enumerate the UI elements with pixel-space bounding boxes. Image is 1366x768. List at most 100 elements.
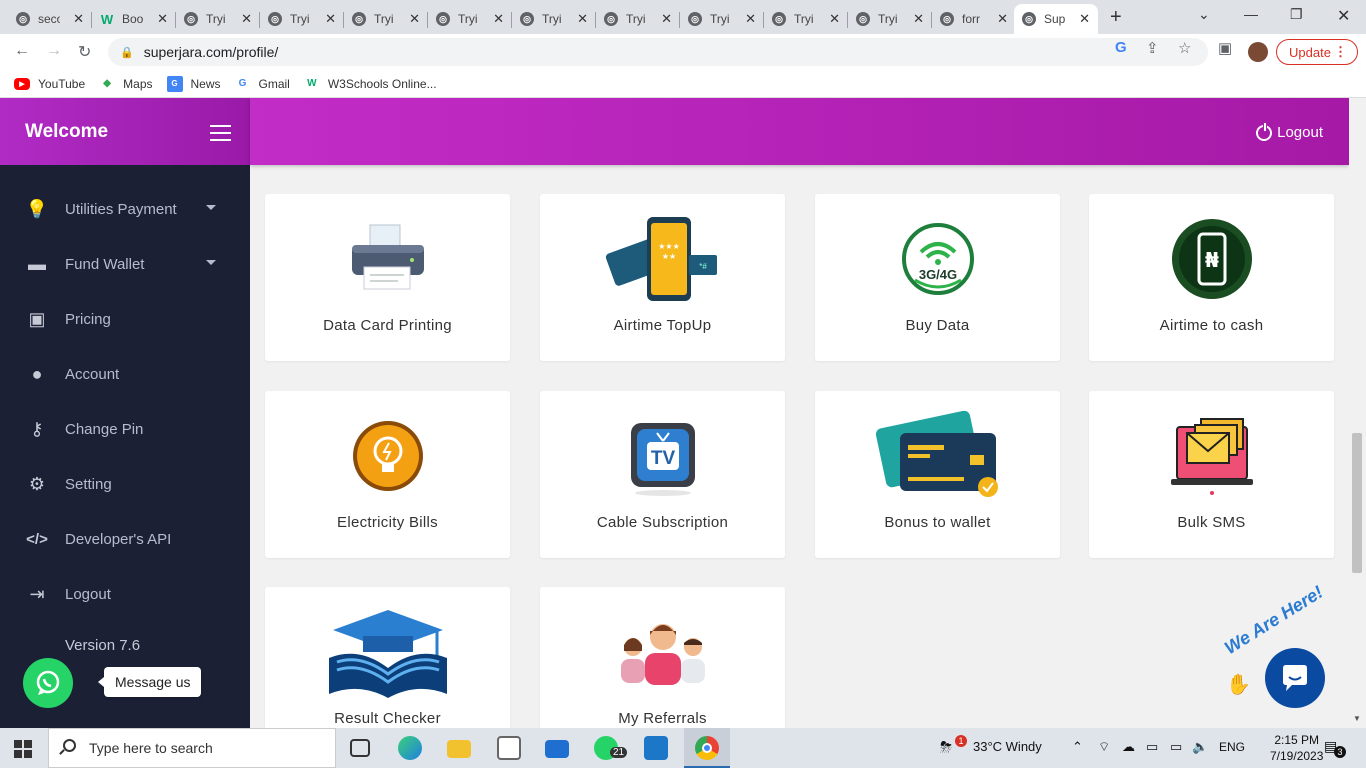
close-icon[interactable]: ✕ bbox=[661, 11, 672, 27]
browser-tab[interactable]: ◎ Tryi ✕ bbox=[344, 4, 428, 34]
windows-start-icon[interactable] bbox=[14, 740, 32, 758]
file-explorer-icon[interactable] bbox=[447, 740, 471, 758]
browser-tab[interactable]: ◎ Tryi ✕ bbox=[512, 4, 596, 34]
onedrive-icon[interactable]: ☁ bbox=[1122, 739, 1135, 755]
browser-tab-active[interactable]: ◎ Sup ✕ bbox=[1014, 4, 1098, 34]
printer-icon bbox=[265, 214, 510, 304]
restore-icon[interactable]: ❐ bbox=[1290, 6, 1303, 23]
browser-tab[interactable]: ◎ Tryi ✕ bbox=[428, 4, 512, 34]
close-icon[interactable]: ✕ bbox=[73, 11, 84, 27]
close-icon[interactable]: ✕ bbox=[241, 11, 252, 27]
globe-icon: ◎ bbox=[184, 12, 198, 26]
close-icon[interactable]: ✕ bbox=[493, 11, 504, 27]
sidebar-item-setting[interactable]: ⚙ Setting bbox=[0, 464, 250, 504]
bookmark-news[interactable]: G News bbox=[166, 75, 221, 92]
browser-tab[interactable]: ◎ Tryi ✕ bbox=[764, 4, 848, 34]
close-icon[interactable]: ✕ bbox=[325, 11, 336, 27]
chevron-up-icon[interactable]: ⌃ bbox=[1072, 739, 1083, 755]
window-close-icon[interactable]: ✕ bbox=[1337, 6, 1350, 26]
service-card-electricity-bills[interactable]: Electricity Bills bbox=[265, 391, 510, 558]
service-card-bonus-to-wallet[interactable]: Bonus to wallet bbox=[815, 391, 1060, 558]
close-icon[interactable]: ✕ bbox=[577, 11, 588, 27]
sidebar-item-pricing[interactable]: ▣ Pricing bbox=[0, 299, 250, 339]
taskbar-search-input[interactable]: Type here to search bbox=[48, 728, 336, 768]
globe-icon: ◎ bbox=[436, 12, 450, 26]
service-label: Airtime TopUp bbox=[613, 317, 712, 334]
close-icon[interactable]: ✕ bbox=[913, 11, 924, 27]
minimize-icon[interactable]: — bbox=[1244, 6, 1258, 22]
url-input[interactable]: 🔒 superjara.com/profile/ bbox=[108, 38, 1208, 66]
bookmark-youtube[interactable]: ▶ YouTube bbox=[14, 77, 85, 91]
service-card-cable-subscription[interactable]: TV Cable Subscription bbox=[540, 391, 785, 558]
svg-text:★★★: ★★★ bbox=[658, 242, 680, 251]
reload-icon[interactable]: ↻ bbox=[78, 42, 91, 62]
service-card-airtime-topup[interactable]: ★★★ ★★ *# Airtime TopUp bbox=[540, 194, 785, 361]
forward-icon[interactable]: → bbox=[46, 42, 62, 60]
service-card-bulk-sms[interactable]: Bulk SMS bbox=[1089, 391, 1334, 558]
task-view-icon[interactable] bbox=[350, 739, 370, 757]
browser-tab-strip: ◎ seco ✕ W Boo ✕ ◎ Tryi ✕ ◎ Tryi ✕ ◎ Tryi ✕ ◎ Tryi ✕… bbox=[0, 0, 1366, 34]
close-icon[interactable]: ✕ bbox=[745, 11, 756, 27]
bookmark-maps[interactable]: ◆ Maps bbox=[99, 76, 152, 92]
bookmark-w3schools[interactable]: W W3Schools Online... bbox=[304, 76, 436, 92]
service-card-data-card-printing[interactable]: Data Card Printing bbox=[265, 194, 510, 361]
browser-tab[interactable]: ◎ forr ✕ bbox=[932, 4, 1016, 34]
sidebar-item-account[interactable]: ● Account bbox=[0, 354, 250, 394]
browser-tab[interactable]: ◎ Tryi ✕ bbox=[176, 4, 260, 34]
page-scrollbar[interactable]: ▼ bbox=[1349, 98, 1366, 728]
browser-tab[interactable]: W Boo ✕ bbox=[92, 4, 176, 34]
hamburger-menu-icon[interactable] bbox=[210, 125, 232, 141]
clock[interactable]: 2:15 PM 7/19/2023 bbox=[1270, 732, 1323, 764]
sidebar-item-logout[interactable]: ⇥ Logout bbox=[0, 574, 250, 614]
edge-icon[interactable] bbox=[398, 736, 422, 760]
close-icon[interactable]: ✕ bbox=[1079, 11, 1090, 27]
language-indicator[interactable]: ENG bbox=[1219, 740, 1245, 754]
volume-icon[interactable]: 🔈 bbox=[1192, 739, 1208, 755]
kebab-menu-icon: ⋮ bbox=[1334, 44, 1347, 59]
notification-center-icon[interactable]: ▤ 3 bbox=[1324, 738, 1346, 758]
chat-widget-button[interactable] bbox=[1265, 648, 1325, 708]
data-badge-text: 3G/4G bbox=[918, 267, 956, 282]
side-panel-icon[interactable]: ▣ bbox=[1218, 39, 1232, 57]
chrome-taskbar-button[interactable] bbox=[684, 728, 730, 768]
sidebar-item-fund-wallet[interactable]: ▬ Fund Wallet bbox=[0, 244, 250, 284]
tab-search-chevron-icon[interactable]: ⌄ bbox=[1198, 6, 1210, 23]
share-icon[interactable]: ⇪ bbox=[1146, 39, 1159, 57]
sidebar-item-developers-api[interactable]: </> Developer's API bbox=[0, 519, 250, 559]
network-icon[interactable]: ⌔ bbox=[1098, 739, 1110, 755]
bookmark-gmail[interactable]: G Gmail bbox=[235, 76, 290, 92]
close-icon[interactable]: ✕ bbox=[409, 11, 420, 27]
browser-tab[interactable]: ◎ seco ✕ bbox=[8, 4, 92, 34]
sidebar-item-change-pin[interactable]: ⚷ Change Pin bbox=[0, 409, 250, 449]
back-icon[interactable]: ← bbox=[14, 42, 30, 60]
battery-icon[interactable]: ▭ bbox=[1170, 739, 1182, 755]
store-icon[interactable] bbox=[497, 736, 521, 760]
meet-icon[interactable]: ▭ bbox=[1146, 739, 1158, 755]
weather-text[interactable]: 33°C Windy bbox=[973, 739, 1042, 754]
service-card-airtime-to-cash[interactable]: ₦ Airtime to cash bbox=[1089, 194, 1334, 361]
close-icon[interactable]: ✕ bbox=[157, 11, 168, 27]
browser-tab[interactable]: ◎ Tryi ✕ bbox=[260, 4, 344, 34]
logout-link[interactable]: Logout bbox=[1256, 122, 1323, 141]
whatsapp-message-bubble[interactable]: Message us bbox=[97, 667, 202, 697]
sidebar-item-utilities-payment[interactable]: 💡 Utilities Payment bbox=[0, 189, 250, 229]
browser-tab[interactable]: ◎ Tryi ✕ bbox=[596, 4, 680, 34]
browser-tab[interactable]: ◎ Tryi ✕ bbox=[848, 4, 932, 34]
browser-tab[interactable]: ◎ Tryi ✕ bbox=[680, 4, 764, 34]
bookmark-star-icon[interactable]: ☆ bbox=[1178, 39, 1191, 57]
new-tab-icon[interactable]: + bbox=[1110, 6, 1122, 29]
weather-icon[interactable]: ⛈ bbox=[940, 739, 952, 756]
mail-icon[interactable] bbox=[545, 740, 569, 758]
scrollbar-thumb[interactable] bbox=[1352, 433, 1362, 573]
service-card-buy-data[interactable]: 3G/4G Buy Data bbox=[815, 194, 1060, 361]
close-icon[interactable]: ✕ bbox=[997, 11, 1008, 27]
scroll-down-arrow-icon[interactable]: ▼ bbox=[1353, 714, 1361, 723]
service-card-result-checker[interactable]: Result Checker bbox=[265, 587, 510, 728]
service-card-my-referrals[interactable]: My Referrals bbox=[540, 587, 785, 728]
vscode-icon[interactable] bbox=[644, 736, 668, 760]
update-button[interactable]: Update ⋮ bbox=[1276, 39, 1358, 65]
whatsapp-button[interactable] bbox=[23, 658, 73, 708]
profile-avatar[interactable] bbox=[1248, 42, 1268, 62]
google-icon[interactable]: G bbox=[1115, 39, 1127, 56]
close-icon[interactable]: ✕ bbox=[829, 11, 840, 27]
